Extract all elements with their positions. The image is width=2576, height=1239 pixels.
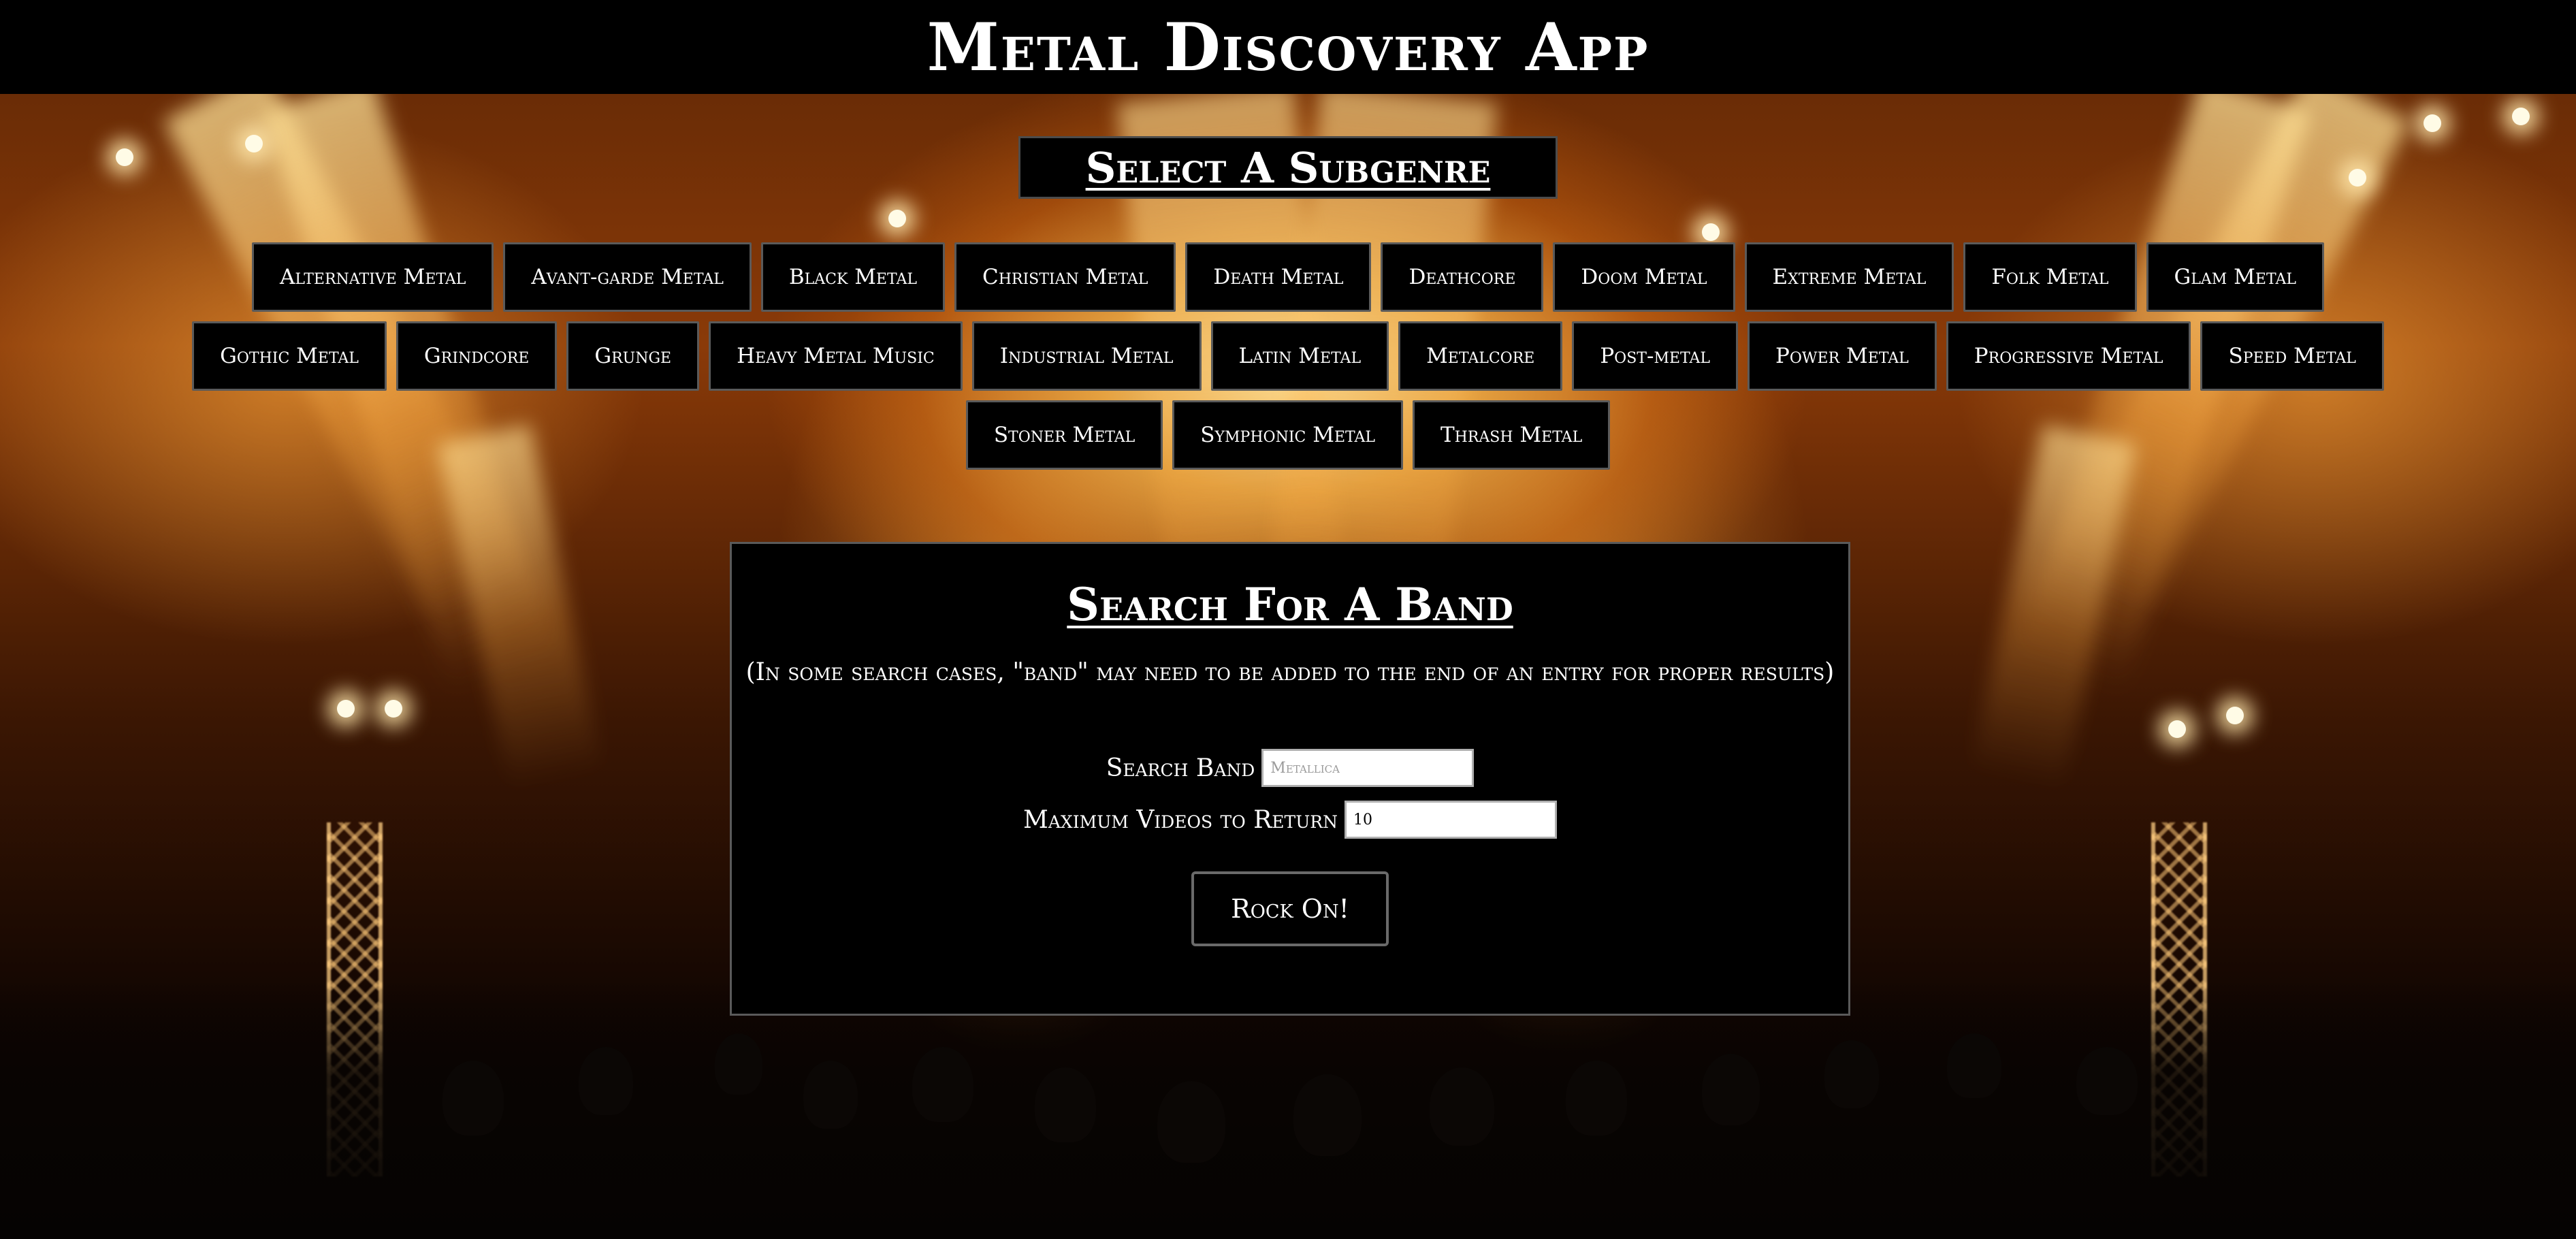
subgenre-button-avant-garde-metal[interactable]: Avant-garde Metal	[503, 242, 752, 312]
subgenre-button-thrash-metal[interactable]: Thrash Metal	[1412, 400, 1611, 470]
subgenre-row: Stoner Metal Symphonic Metal Thrash Meta…	[0, 400, 2576, 470]
subgenre-button-folk-metal[interactable]: Folk Metal	[1963, 242, 2137, 312]
subgenre-button-gothic-metal[interactable]: Gothic Metal	[192, 321, 387, 391]
subgenre-row: Gothic Metal Grindcore Grunge Heavy Meta…	[0, 321, 2576, 391]
band-search-heading: Search For A Band	[1067, 578, 1513, 631]
subgenre-button-speed-metal[interactable]: Speed Metal	[2200, 321, 2384, 391]
header-bar: Metal Discovery App	[0, 0, 2576, 94]
subgenre-button-industrial-metal[interactable]: Industrial Metal	[971, 321, 1202, 391]
subgenre-button-doom-metal[interactable]: Doom Metal	[1553, 242, 1735, 312]
subgenre-button-power-metal[interactable]: Power Metal	[1748, 321, 1937, 391]
subgenre-button-glam-metal[interactable]: Glam Metal	[2146, 242, 2324, 312]
subgenre-button-post-metal[interactable]: Post-metal	[1572, 321, 1738, 391]
band-search-panel: Search For A Band (In some search cases,…	[730, 542, 1850, 1016]
subgenre-button-grid: Alternative Metal Avant-garde Metal Blac…	[0, 242, 2576, 479]
search-band-row: Search Band	[732, 749, 1848, 787]
subgenre-button-black-metal[interactable]: Black Metal	[760, 242, 946, 312]
max-videos-input[interactable]	[1344, 801, 1557, 839]
rock-on-button[interactable]: Rock On!	[1191, 871, 1389, 946]
band-search-note: (In some search cases, "band" may need t…	[745, 658, 1835, 686]
subgenre-button-symphonic-metal[interactable]: Symphonic Metal	[1172, 400, 1403, 470]
subgenre-heading-box: Select A Subgenre	[1018, 136, 1558, 199]
subgenre-button-grindcore[interactable]: Grindcore	[396, 321, 558, 391]
subgenre-button-death-metal[interactable]: Death Metal	[1185, 242, 1372, 312]
subgenre-button-extreme-metal[interactable]: Extreme Metal	[1744, 242, 1954, 312]
app-title: Metal Discovery App	[927, 8, 1649, 86]
subgenre-button-alternative-metal[interactable]: Alternative Metal	[252, 242, 494, 312]
search-band-input[interactable]	[1261, 749, 1475, 787]
subgenre-button-grunge[interactable]: Grunge	[566, 321, 700, 391]
subgenre-button-christian-metal[interactable]: Christian Metal	[954, 242, 1176, 312]
subgenre-button-progressive-metal[interactable]: Progressive Metal	[1946, 321, 2191, 391]
search-band-label: Search Band	[1106, 754, 1255, 782]
subgenre-button-stoner-metal[interactable]: Stoner Metal	[965, 400, 1163, 470]
subgenre-row: Alternative Metal Avant-garde Metal Blac…	[0, 242, 2576, 312]
max-videos-label: Maximum Videos to Return	[1023, 805, 1338, 834]
subgenre-button-deathcore[interactable]: Deathcore	[1381, 242, 1544, 312]
subgenre-button-latin-metal[interactable]: Latin Metal	[1210, 321, 1389, 391]
max-videos-row: Maximum Videos to Return	[732, 801, 1848, 839]
subgenre-button-heavy-metal-music[interactable]: Heavy Metal Music	[709, 321, 963, 391]
subgenre-heading: Select A Subgenre	[1085, 142, 1491, 193]
subgenre-button-metalcore[interactable]: Metalcore	[1398, 321, 1563, 391]
